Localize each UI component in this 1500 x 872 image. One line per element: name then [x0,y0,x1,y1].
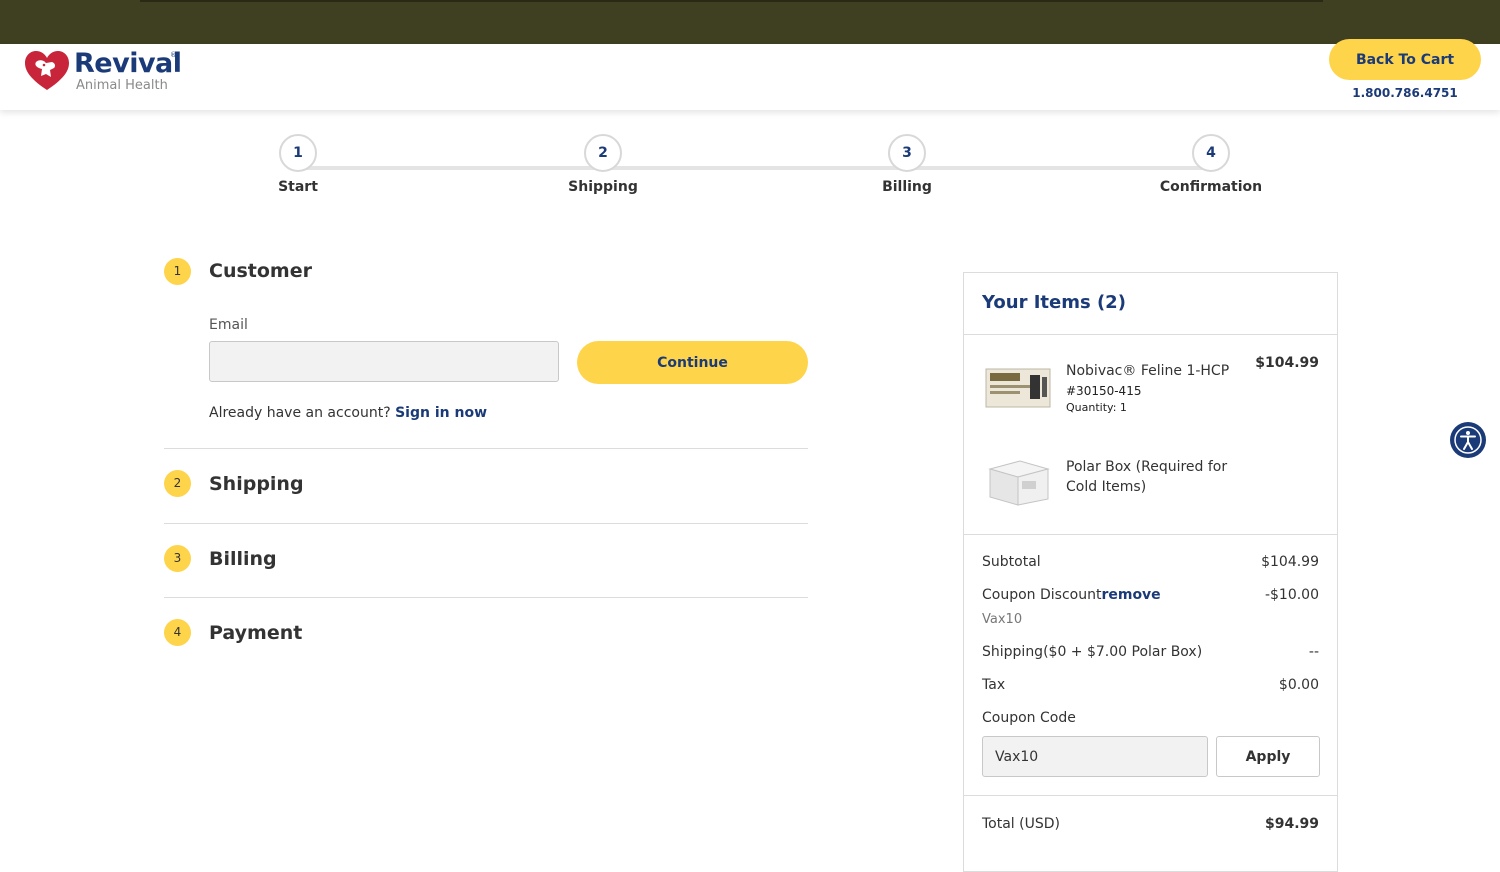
logo[interactable]: Revival ® Animal Health [24,48,194,98]
step-number: 2 [584,134,622,172]
step-number: 1 [279,134,317,172]
item-price: $104.99 [1255,355,1319,371]
section-number-shipping: 2 [164,470,191,497]
section-number-payment: 4 [164,619,191,646]
polar-box-icon [988,460,1050,506]
top-banner [0,0,1500,44]
subtotal-value: $104.99 [1261,554,1319,570]
step-number: 4 [1192,134,1230,172]
total-label: Total (USD) [982,816,1060,832]
coupon-discount-value: -$10.00 [1264,587,1319,603]
phone-number[interactable]: 1.800.786.4751 [1329,86,1481,100]
step-label: Billing [882,179,932,195]
site-header: Revival ® Animal Health [0,44,1500,110]
logo-tagline: Animal Health [76,78,168,93]
apply-coupon-button[interactable]: Apply [1216,736,1320,777]
logo-trademark: ® [170,51,177,59]
step-label: Start [278,179,318,195]
applied-coupon-code: Vax10 [982,612,1023,627]
section-title-payment[interactable]: Payment [209,622,302,644]
summary-divider [964,795,1337,796]
back-to-cart-button[interactable]: Back To Cart [1329,39,1481,80]
coupon-code-input[interactable] [982,736,1208,777]
progress-track [298,166,1212,170]
subtotal-label: Subtotal [982,554,1041,570]
remove-coupon-link[interactable]: remove [1101,587,1160,603]
item-sku: #30150-415 [1066,384,1142,398]
coupon-code-label: Coupon Code [982,710,1076,726]
section-number-customer: 1 [164,258,191,285]
sign-in-link[interactable]: Sign in now [395,405,487,421]
shipping-label: Shipping($0 + $7.00 Polar Box) [982,644,1203,660]
continue-button[interactable]: Continue [577,341,808,384]
email-input[interactable] [209,341,559,382]
coupon-discount-label: Coupon Discount [982,587,1102,603]
step-label: Shipping [568,179,638,195]
section-divider [164,448,808,449]
accessibility-button[interactable] [1450,422,1486,458]
item-name[interactable]: Nobivac® Feline 1-HCP [1066,361,1236,381]
step-label: Confirmation [1159,179,1263,195]
heart-dog-logo-icon [25,51,69,90]
item-name[interactable]: Polar Box (Required for Cold Items) [1066,457,1236,497]
coupon-discount-row: Coupon Discountremove [982,587,1161,603]
top-banner-line [140,0,1323,2]
section-number-billing: 3 [164,545,191,572]
order-summary: Your Items (2) Nobivac® Feline 1-HCP #30… [963,272,1338,872]
item-quantity: Quantity: 1 [1066,401,1127,414]
step-number: 3 [888,134,926,172]
sign-in-prompt: Already have an account? Sign in now [209,405,487,421]
email-label: Email [209,317,248,333]
progress-step-shipping: 2 Shipping [533,134,673,195]
summary-title: Your Items (2) [982,292,1126,313]
accessibility-icon [1454,426,1482,454]
total-value: $94.99 [1264,816,1319,832]
progress-step-confirmation: 4 Confirmation [1141,134,1281,195]
section-title-billing[interactable]: Billing [209,548,277,570]
logo-wordmark: Revival [74,48,182,79]
section-title-shipping[interactable]: Shipping [209,473,304,495]
section-divider [164,523,808,524]
section-divider [164,597,808,598]
summary-divider [964,534,1337,535]
progress-step-billing: 3 Billing [837,134,977,195]
already-account-text: Already have an account? [209,405,396,421]
shipping-value: -- [1308,644,1319,660]
tax-value: $0.00 [1278,677,1319,693]
progress-step-start: 1 Start [228,134,368,195]
section-title-customer: Customer [209,260,312,282]
summary-divider [964,334,1337,335]
tax-label: Tax [982,677,1006,693]
vaccine-box-icon [985,368,1051,408]
